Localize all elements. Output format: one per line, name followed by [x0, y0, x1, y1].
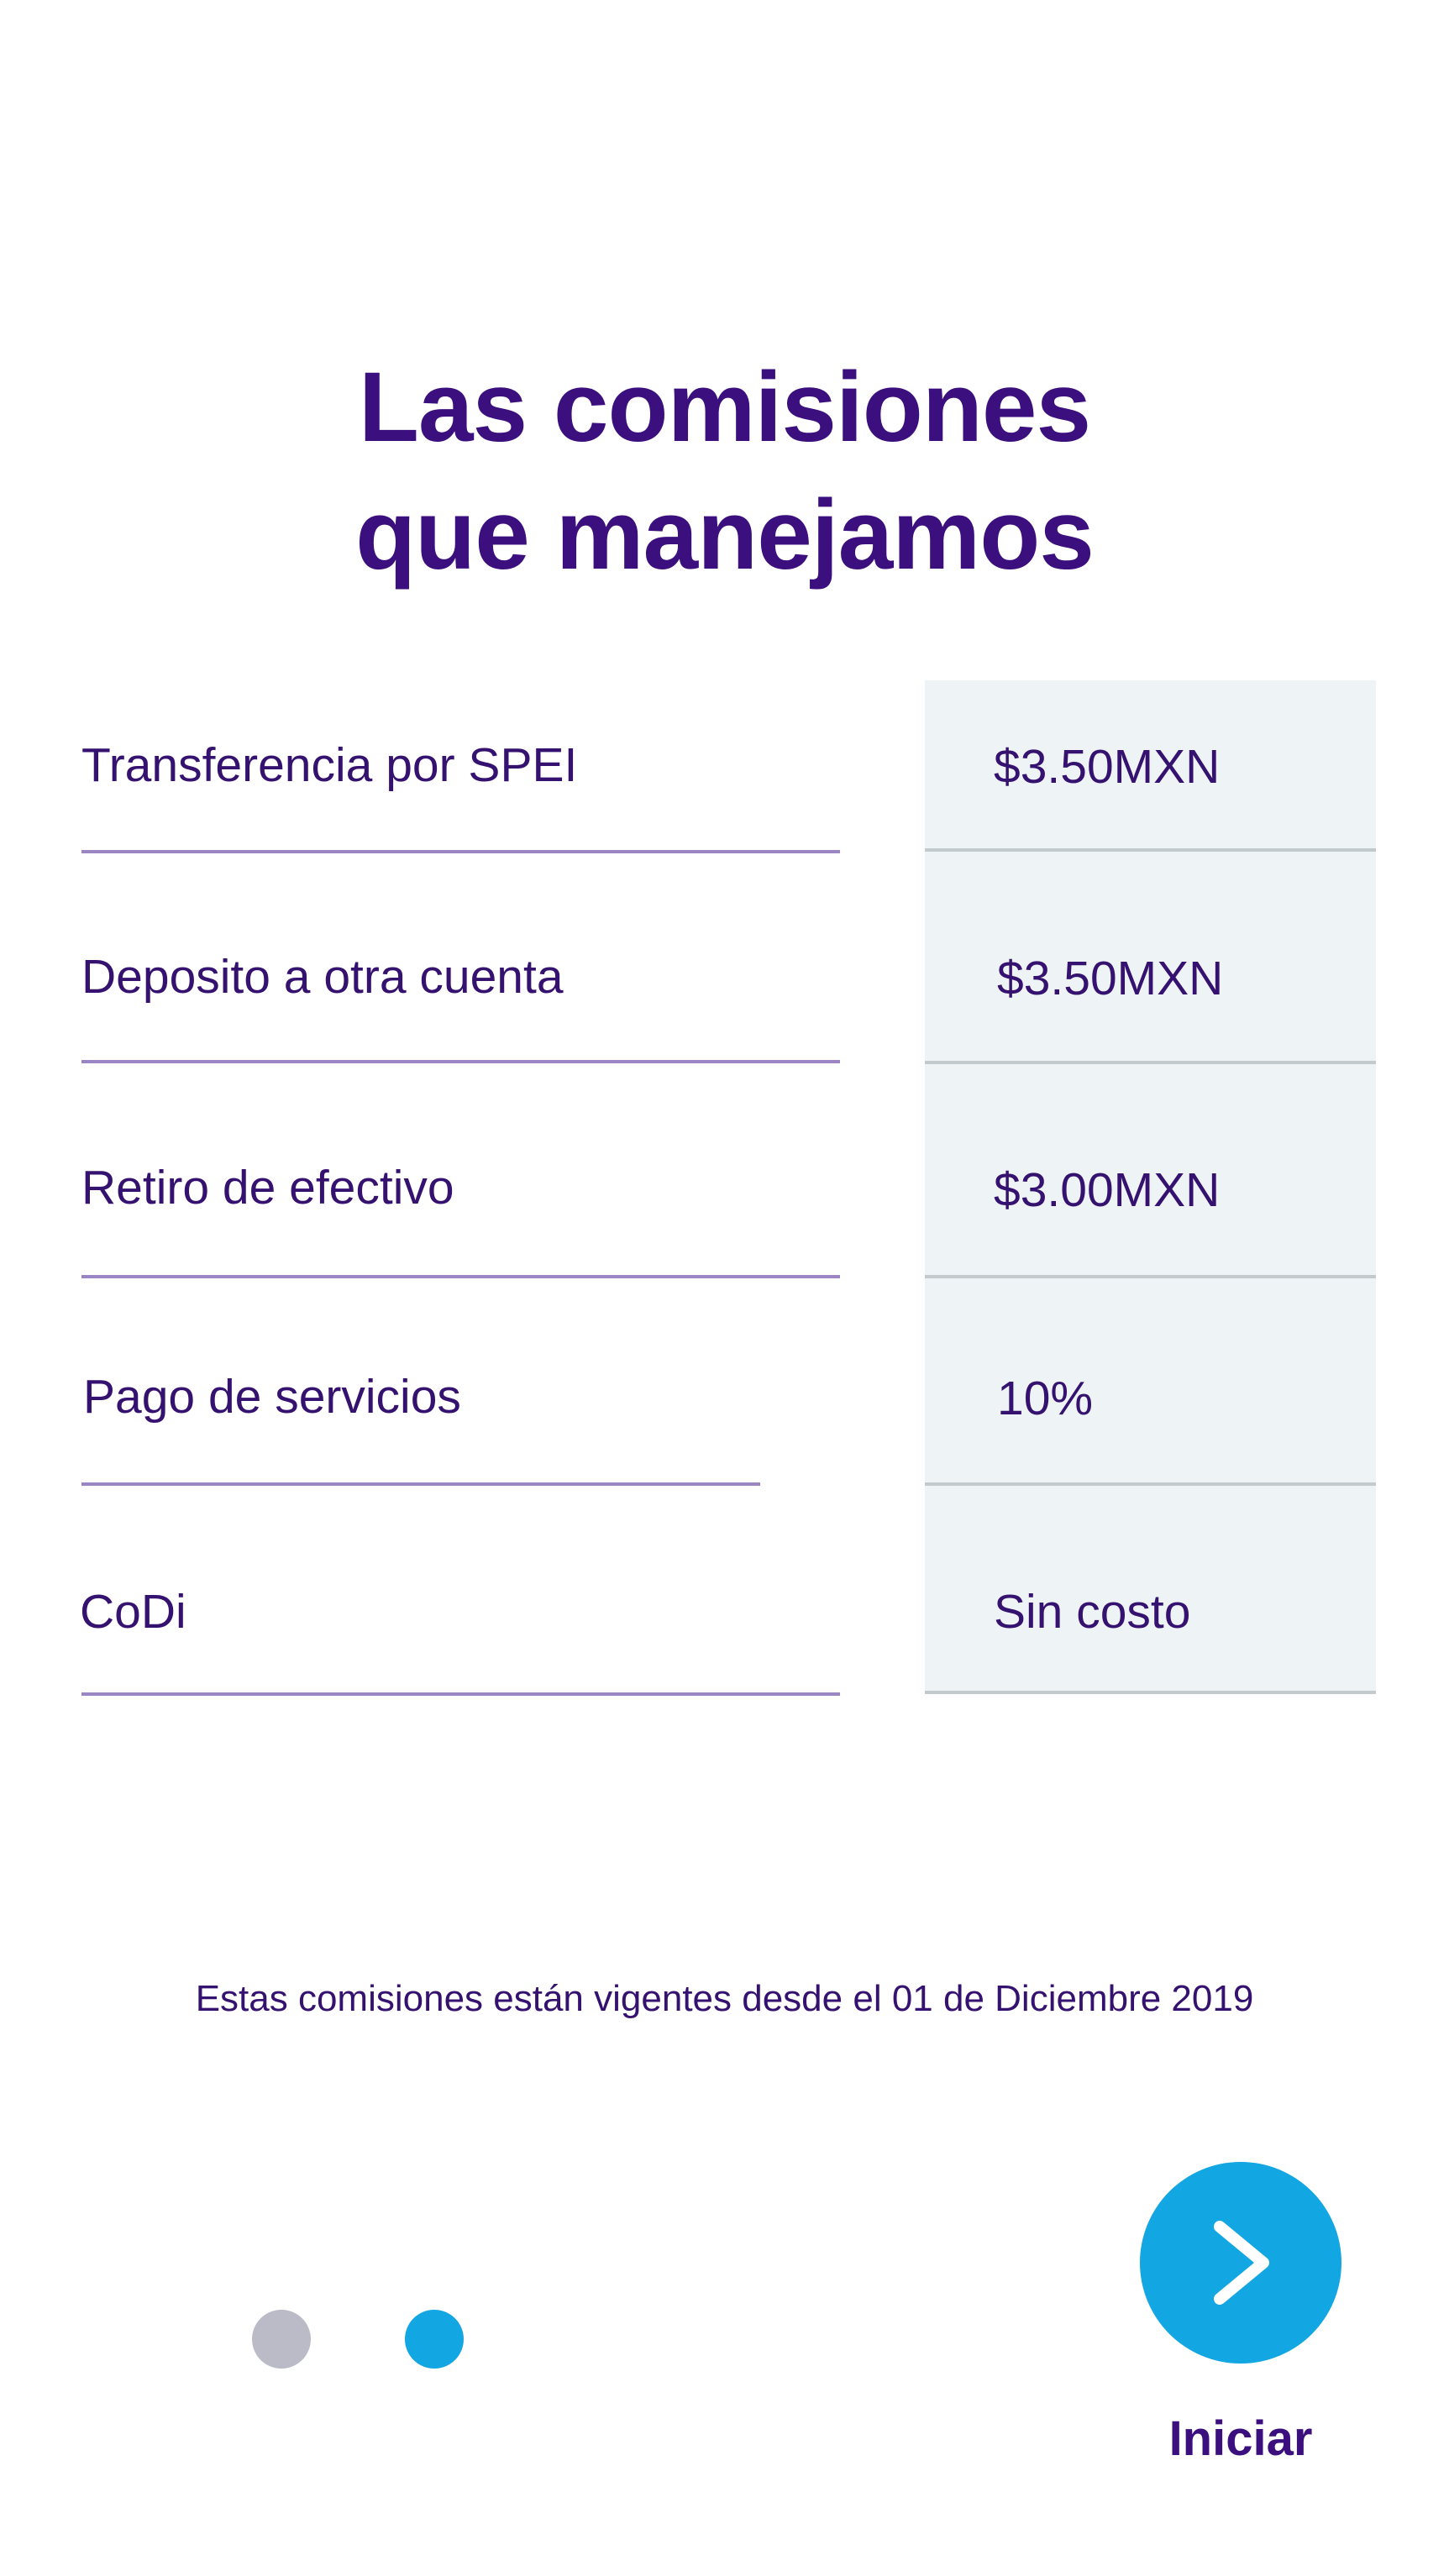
page-indicator-dot-1[interactable] [252, 2310, 311, 2369]
value-divider [925, 1061, 1376, 1064]
fee-label-servicios: Pago de servicios [83, 1370, 461, 1424]
row-divider [81, 1692, 840, 1696]
value-divider [925, 1275, 1376, 1278]
row-divider [81, 850, 840, 853]
fee-label-retiro: Retiro de efectivo [81, 1161, 454, 1215]
page-title: Las comisiones que manejamos [0, 344, 1449, 599]
row-divider [81, 1275, 840, 1278]
page-indicator-dot-2-active[interactable] [405, 2310, 464, 2369]
row-divider [81, 1482, 760, 1486]
value-divider [925, 1482, 1376, 1486]
next-button[interactable] [1140, 2162, 1341, 2364]
start-button-label[interactable]: Iniciar [1073, 2411, 1409, 2467]
row-divider [81, 1060, 840, 1063]
page-title-line-2: que manejamos [355, 480, 1095, 591]
fee-label-deposito: Deposito a otra cuenta [81, 950, 564, 1004]
validity-note: Estas comisiones están vigentes desde el… [195, 1978, 1254, 2019]
value-divider [925, 1691, 1376, 1694]
fee-label-codi: CoDi [80, 1585, 186, 1639]
fee-value-codi: Sin costo [994, 1585, 1191, 1639]
fee-label-spei: Transferencia por SPEI [81, 738, 578, 792]
page-title-line-1: Las comisiones [358, 352, 1091, 464]
chevron-right-icon [1214, 2221, 1269, 2305]
fee-value-servicios: 10% [997, 1372, 1094, 1425]
fee-value-deposito: $3.50MXN [997, 952, 1224, 1005]
fee-value-retiro: $3.00MXN [994, 1163, 1221, 1217]
fee-value-spei: $3.50MXN [994, 740, 1221, 794]
value-divider [925, 848, 1376, 852]
